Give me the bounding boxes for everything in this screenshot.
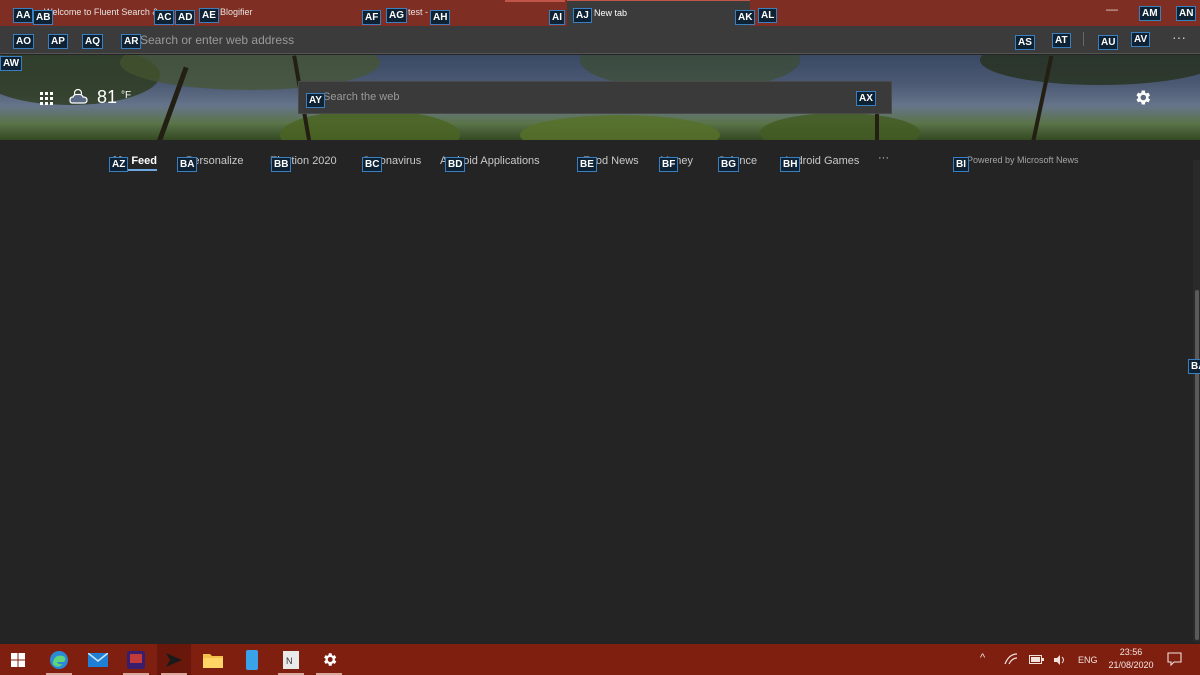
hint-badge[interactable]: AZ	[109, 157, 129, 172]
windows-logo-icon	[11, 652, 25, 667]
hint-badge[interactable]: AC	[154, 10, 175, 25]
toolbar-divider	[1083, 32, 1084, 46]
hint-badge[interactable]: AF	[362, 10, 382, 25]
hint-badge[interactable]: AO	[13, 34, 34, 49]
hint-badge[interactable]: AH	[430, 10, 451, 25]
hint-badge[interactable]: BH	[780, 157, 801, 172]
input-language[interactable]: ENG	[1078, 655, 1098, 665]
phone-taskbar-app[interactable]	[235, 644, 269, 675]
edge-browser-icon	[50, 650, 68, 669]
hint-badge[interactable]: AI	[549, 10, 565, 25]
settings-taskbar-app[interactable]	[312, 644, 346, 675]
notepad-icon: N	[283, 650, 299, 669]
tab-title: New tab	[594, 8, 628, 18]
svg-text:N: N	[286, 656, 293, 666]
tab-new-tab[interactable]: New tab	[567, 0, 750, 26]
hint-badge[interactable]: AE	[199, 8, 219, 23]
start-button[interactable]	[1, 644, 35, 675]
temperature-unit: °F	[121, 90, 132, 101]
hint-badge[interactable]: AB	[33, 10, 54, 25]
tab-accent	[505, 0, 565, 2]
hint-badge[interactable]: AY	[306, 93, 325, 108]
tab-title: Blogifier	[220, 7, 253, 17]
show-hidden-icons-chevron-icon[interactable]: ^	[980, 652, 985, 664]
web-search-box[interactable]: Search the web	[298, 81, 892, 114]
file-explorer-taskbar-app[interactable]	[196, 644, 230, 675]
tab-fluent-search[interactable]: Welcome to Fluent Search & ...	[38, 0, 158, 26]
hint-badge[interactable]: BI	[953, 157, 969, 172]
minimize-icon[interactable]: —	[1097, 0, 1127, 22]
temperature-value[interactable]: 81	[97, 87, 117, 108]
edge-taskbar-app[interactable]	[42, 644, 76, 675]
remote-desktop-taskbar-app[interactable]	[119, 644, 153, 675]
battery-icon[interactable]	[1029, 655, 1044, 664]
hint-badge[interactable]: AP	[48, 34, 68, 49]
hint-badge[interactable]: AN	[1176, 6, 1197, 21]
hint-badge[interactable]: AV	[1131, 32, 1151, 47]
hint-badge[interactable]: AA	[13, 8, 34, 23]
apps-grid-icon[interactable]	[40, 92, 53, 105]
arrow-play-icon	[166, 652, 182, 667]
nav-more-icon[interactable]: ···	[878, 152, 889, 164]
hint-badge[interactable]: AD	[175, 10, 196, 25]
hint-badge[interactable]: AJ	[573, 8, 592, 23]
settings-icon	[323, 653, 336, 666]
more-menu-icon[interactable]: ···	[1172, 29, 1186, 45]
hint-badge[interactable]: AM	[1139, 6, 1161, 21]
volume-icon[interactable]	[1053, 654, 1067, 666]
hint-badge[interactable]: BD	[445, 157, 466, 172]
hint-badge[interactable]: AK	[735, 10, 756, 25]
action-center-notification-icon[interactable]	[1167, 652, 1182, 666]
settings-gear-icon[interactable]	[1133, 88, 1152, 107]
hint-badge[interactable]: AQ	[82, 34, 103, 49]
tab-title: Welcome to Fluent Search & ...	[44, 7, 158, 17]
hint-badge[interactable]: AR	[121, 34, 142, 49]
mail-taskbar-app[interactable]	[81, 644, 115, 675]
hint-badge[interactable]: AW	[0, 56, 23, 71]
hint-badge[interactable]: BC	[362, 157, 383, 172]
powered-by-label[interactable]: Powered by Microsoft News	[967, 155, 1079, 165]
hint-badge[interactable]: BF	[659, 157, 679, 172]
mail-icon	[88, 652, 108, 667]
hint-badge[interactable]: BA	[1188, 359, 1200, 374]
notepad-taskbar-app[interactable]: N	[274, 644, 308, 675]
hint-badge[interactable]: AG	[386, 8, 407, 23]
folder-icon	[203, 653, 223, 668]
hint-badge[interactable]: BA	[177, 157, 198, 172]
clock-time: 23:56	[1119, 647, 1143, 657]
hint-badge[interactable]: AX	[856, 91, 876, 106]
clock-date: 21/08/2020	[1108, 660, 1154, 670]
hint-badge[interactable]: AT	[1052, 33, 1071, 48]
hint-badge[interactable]: AU	[1098, 35, 1119, 50]
remote-desktop-icon	[127, 650, 145, 669]
partly-cloudy-icon[interactable]	[69, 87, 91, 105]
phone-icon	[246, 649, 258, 670]
fluent-search-taskbar-app[interactable]	[157, 644, 191, 675]
tab-blogifier[interactable]: Blogifier	[214, 0, 354, 26]
hint-badge[interactable]: AS	[1015, 35, 1035, 50]
address-bar[interactable]: Search or enter web address	[140, 31, 1020, 49]
taskbar-clock[interactable]: 23:56 21/08/2020	[1100, 646, 1162, 672]
hint-badge[interactable]: BE	[577, 157, 597, 172]
address-placeholder: Search or enter web address	[140, 33, 295, 47]
hint-badge[interactable]: BG	[718, 157, 739, 172]
hint-badge[interactable]: AL	[758, 8, 778, 23]
hint-badge[interactable]: BB	[271, 157, 292, 172]
web-search-placeholder: Search the web	[323, 91, 400, 103]
scrollbar-thumb[interactable]	[1195, 290, 1199, 640]
wifi-icon[interactable]	[1004, 653, 1018, 665]
